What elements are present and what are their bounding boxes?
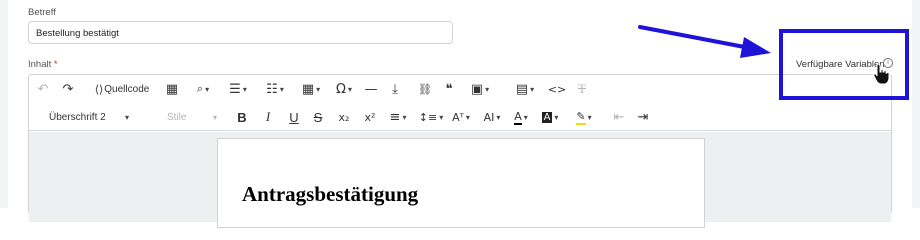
annotation-arrow (638, 25, 771, 58)
hand-cursor-icon (873, 63, 890, 85)
